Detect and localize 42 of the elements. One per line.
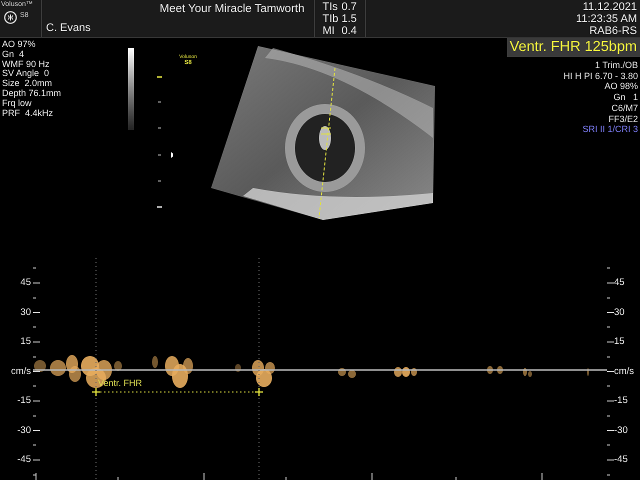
index-label: TIb — [322, 13, 340, 25]
velocity-axis-label: -30 — [614, 424, 628, 436]
scan-parameter: PRF 4.4kHz — [2, 108, 54, 118]
scan-parameter: Frq low — [2, 98, 33, 109]
scan-parameter: SV Angle 0 — [2, 69, 50, 80]
scan-parameter: WMF 90 Hz — [2, 60, 51, 70]
scan-setting: SRI II 1/CRI 3 — [582, 124, 638, 135]
index-value: 0.7 — [342, 1, 357, 13]
time-text: 11:23:35 AM — [576, 13, 637, 25]
date-text: 11.12.2021 — [582, 1, 637, 13]
velocity-axis-label: -45 — [614, 454, 628, 466]
scan-setting: C6/M7 — [611, 102, 638, 114]
velocity-axis-label: -15 — [614, 395, 628, 406]
velocity-axis-label: 45 — [614, 277, 625, 288]
velocity-axis-label: -15 — [17, 395, 31, 406]
scan-setting: AO 98% — [604, 81, 638, 92]
velocity-axis-label: cm/s — [614, 366, 634, 377]
scan-setting: 1 Trim./OB — [594, 60, 638, 71]
clinic-title: Meet Your Miracle Tamworth — [160, 2, 304, 17]
velocity-axis-label: 15 — [614, 336, 625, 348]
patient-name: C. Evans — [46, 20, 91, 36]
velocity-axis-label: -45 — [17, 454, 31, 466]
velocity-axis-label: 45 — [20, 277, 31, 288]
scan-parameter: Gn 4 — [2, 50, 26, 60]
index-value: 1.5 — [342, 13, 357, 25]
scan-setting: Gn 1 — [613, 92, 638, 103]
index-label: TIs — [322, 1, 339, 13]
velocity-axis-label: 30 — [20, 306, 31, 318]
measurement-result: Ventr. FHR 125bpm — [506, 38, 640, 57]
scan-parameter: Size 2.0mm — [2, 79, 54, 89]
scan-setting: FF3/E2 — [608, 114, 638, 124]
probe-text: RAB6-RS — [589, 25, 637, 37]
velocity-axis-label: 15 — [20, 336, 31, 348]
scan-parameter: AO 97% — [2, 40, 37, 50]
index-value: 0.4 — [342, 25, 357, 37]
velocity-axis-label: cm/s — [10, 366, 31, 377]
index-label: MI — [322, 25, 336, 37]
velocity-axis-label: 30 — [614, 306, 625, 318]
scan-setting: HI H PI 6.70 - 3.80 — [563, 70, 638, 82]
velocity-axis-label: -30 — [17, 424, 31, 436]
logo-icon — [4, 11, 17, 24]
scan-parameter: Depth 76.1mm — [2, 88, 62, 99]
